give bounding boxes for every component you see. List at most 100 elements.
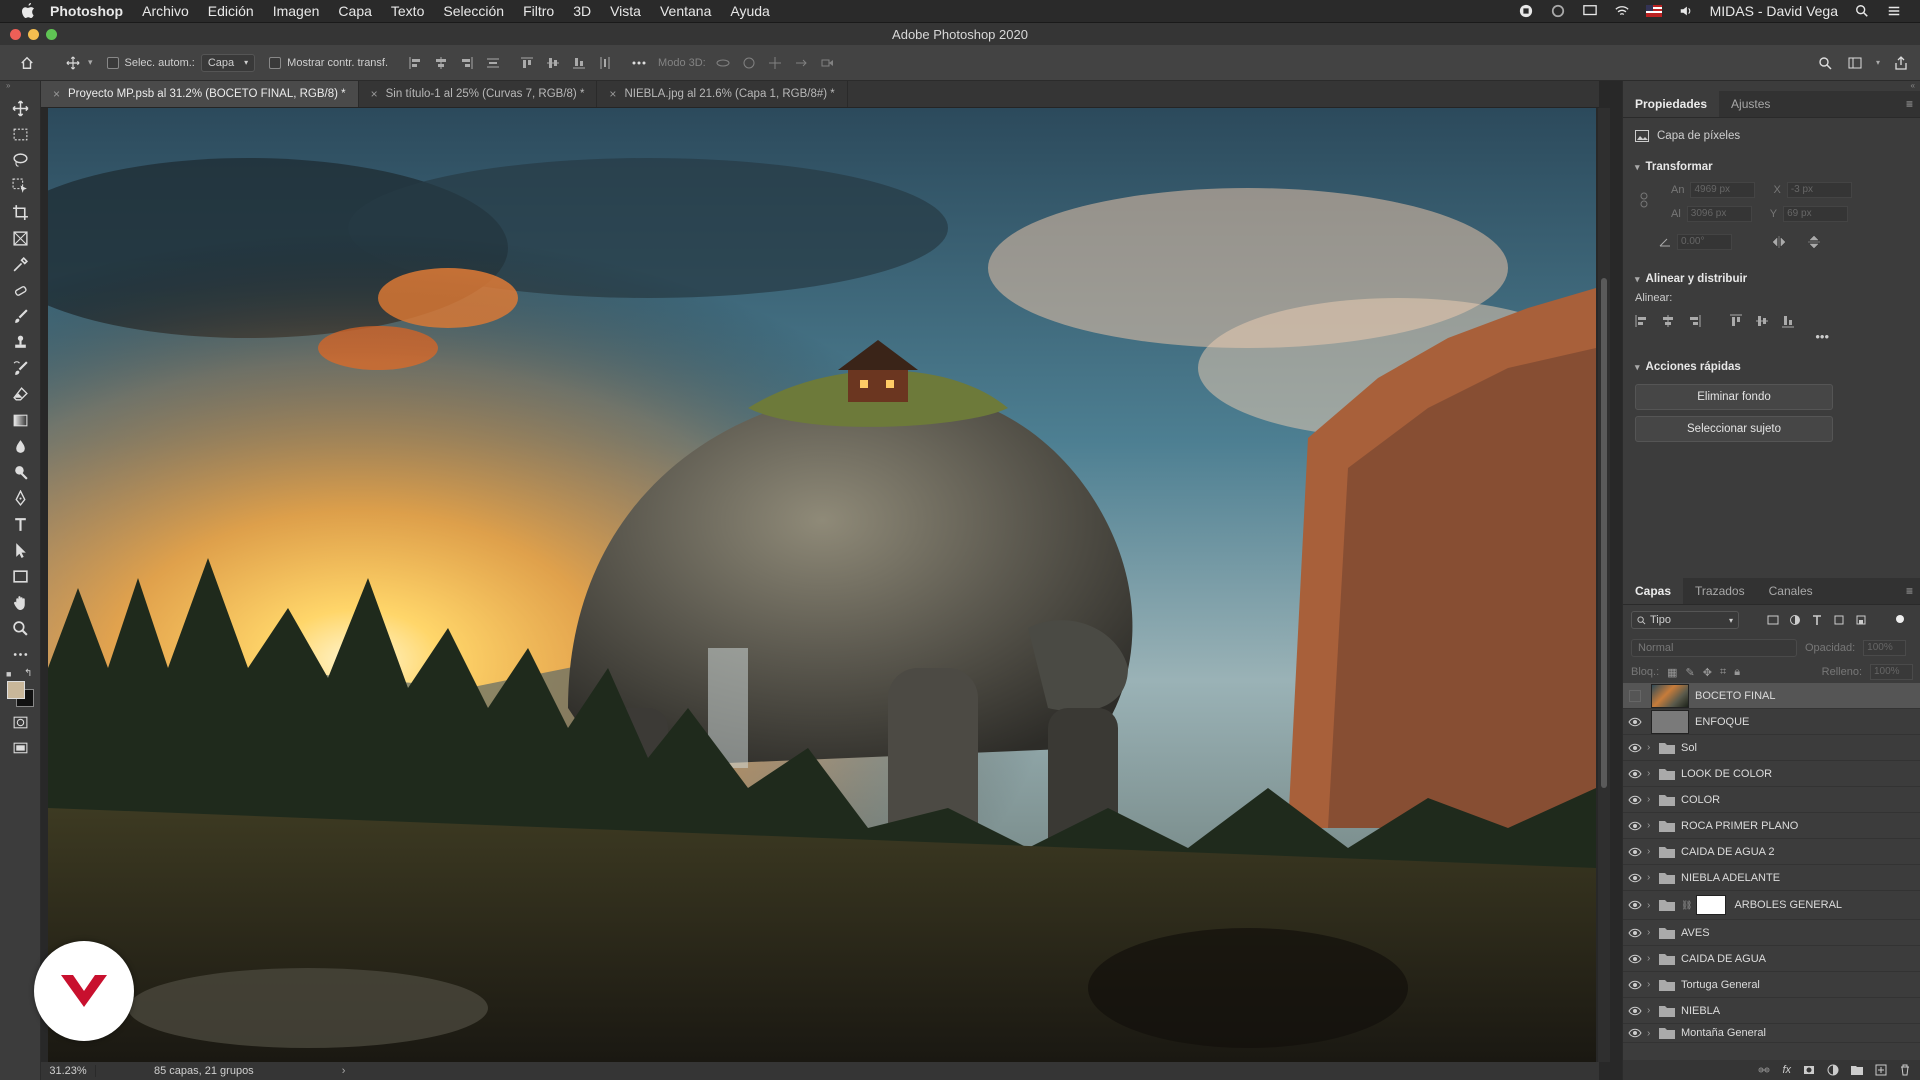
volume-icon[interactable]	[1678, 4, 1694, 18]
filter-toggle-icon[interactable]	[1895, 614, 1905, 624]
filter-pixel-icon[interactable]	[1767, 614, 1779, 626]
lock-image-icon[interactable]: ✎	[1686, 666, 1695, 679]
chevron-right-icon[interactable]: ›	[1647, 742, 1657, 753]
show-transform-checkbox[interactable]	[269, 56, 282, 69]
layer-group[interactable]: › ⛓︎ ARBOLES GENERAL	[1623, 891, 1920, 920]
tab-proyecto-mp[interactable]: × Proyecto MP.psb al 31.2% (BOCETO FINAL…	[41, 81, 359, 107]
chevron-right-icon[interactable]: ›	[342, 1065, 346, 1077]
quick-mask-icon[interactable]	[0, 709, 40, 735]
eraser-tool-icon[interactable]	[0, 381, 40, 407]
control-center-icon[interactable]	[1886, 4, 1902, 18]
type-tool-icon[interactable]	[0, 511, 40, 537]
eyedropper-tool-icon[interactable]	[0, 251, 40, 277]
filter-type-icon[interactable]	[1811, 614, 1823, 626]
filter-smart-object-icon[interactable]	[1855, 614, 1867, 626]
flag-us-icon[interactable]	[1645, 4, 1662, 18]
chevron-down-icon[interactable]: ▾	[88, 57, 93, 68]
menu-vista[interactable]: Vista	[610, 3, 641, 19]
user-name[interactable]: MIDAS - David Vega	[1710, 3, 1838, 19]
eye-icon[interactable]	[1623, 769, 1647, 779]
eye-icon[interactable]	[1623, 1028, 1647, 1038]
slide-3d-icon[interactable]	[792, 54, 810, 72]
path-selection-tool-icon[interactable]	[0, 537, 40, 563]
chevron-right-icon[interactable]: ›	[1647, 900, 1657, 911]
fx-icon[interactable]: fx	[1782, 1064, 1791, 1076]
chevron-right-icon[interactable]: ›	[1647, 820, 1657, 831]
distribute-vertical-icon[interactable]	[484, 54, 502, 72]
select-subject-button[interactable]: Seleccionar sujeto	[1635, 416, 1833, 442]
eye-icon[interactable]	[1623, 873, 1647, 883]
workspace-layout-icon[interactable]	[1846, 54, 1864, 72]
align-horizontal-centers-icon[interactable]	[432, 54, 450, 72]
chevron-right-icon[interactable]: ›	[1647, 846, 1657, 857]
creative-cloud-icon[interactable]	[1550, 4, 1566, 18]
more-options-icon[interactable]	[630, 54, 648, 72]
eye-icon[interactable]	[1623, 900, 1647, 910]
filter-adjustment-icon[interactable]	[1789, 614, 1801, 626]
layer-group[interactable]: › CAIDA DE AGUA	[1623, 946, 1920, 972]
link-layers-icon[interactable]	[1758, 1064, 1770, 1076]
align-right-edges-icon[interactable]	[458, 54, 476, 72]
tab-sin-titulo[interactable]: × Sin título-1 al 25% (Curvas 7, RGB/8) …	[359, 81, 598, 107]
tab-canales[interactable]: Canales	[1757, 578, 1825, 604]
menu-edicion[interactable]: Edición	[208, 3, 254, 19]
zoom-window-button[interactable]	[46, 29, 57, 40]
tab-trazados[interactable]: Trazados	[1683, 578, 1757, 604]
menu-seleccion[interactable]: Selección	[443, 3, 504, 19]
eye-icon[interactable]	[1623, 1006, 1647, 1016]
close-tab-icon[interactable]: ×	[609, 87, 616, 101]
screen-mode-icon[interactable]	[0, 735, 40, 761]
chevron-right-icon[interactable]: ›	[1647, 927, 1657, 938]
adjustment-layer-icon[interactable]	[1827, 1064, 1839, 1076]
layer-group[interactable]: › NIEBLA ADELANTE	[1623, 865, 1920, 891]
menu-texto[interactable]: Texto	[391, 3, 424, 19]
spotlight-search-icon[interactable]	[1854, 4, 1870, 18]
y-field[interactable]: 69 px	[1783, 206, 1849, 222]
healing-brush-tool-icon[interactable]	[0, 277, 40, 303]
panel-menu-icon[interactable]: ≡	[1894, 578, 1920, 604]
close-tab-icon[interactable]: ×	[53, 87, 60, 101]
align-center-icon[interactable]	[1661, 314, 1675, 328]
layer-group[interactable]: › NIEBLA	[1623, 998, 1920, 1024]
search-icon[interactable]	[1816, 54, 1834, 72]
screen-mirroring-icon[interactable]	[1582, 4, 1598, 18]
wifi-icon[interactable]	[1614, 4, 1630, 18]
collapse-panels-icon[interactable]: «	[1623, 81, 1920, 91]
layer-item[interactable]: BOCETO FINAL	[1623, 683, 1920, 709]
trash-icon[interactable]	[1899, 1064, 1911, 1076]
eye-icon[interactable]	[1623, 743, 1647, 753]
zoom-tool-icon[interactable]	[0, 615, 40, 641]
align-bottom-icon[interactable]	[1781, 314, 1795, 328]
more-align-options-icon[interactable]: •••	[1623, 330, 1920, 343]
pan-3d-icon[interactable]	[766, 54, 784, 72]
default-colors-icon[interactable]: ■	[6, 669, 11, 679]
pen-tool-icon[interactable]	[0, 485, 40, 511]
height-field[interactable]: 3096 px	[1686, 206, 1752, 222]
layer-group[interactable]: › Sol	[1623, 735, 1920, 761]
layer-mask-thumbnail[interactable]	[1696, 895, 1727, 915]
brush-tool-icon[interactable]	[0, 303, 40, 329]
document-canvas[interactable]	[41, 108, 1599, 1062]
eye-icon[interactable]	[1623, 795, 1647, 805]
expand-panel-icon[interactable]: »	[0, 81, 40, 95]
move-tool-preset-icon[interactable]	[64, 54, 82, 72]
apple-icon[interactable]	[20, 2, 36, 20]
menu-imagen[interactable]: Imagen	[273, 3, 320, 19]
angle-field[interactable]: 0.00°	[1677, 234, 1732, 250]
distribute-horizontal-icon[interactable]	[596, 54, 614, 72]
history-brush-tool-icon[interactable]	[0, 355, 40, 381]
rectangle-tool-icon[interactable]	[0, 563, 40, 589]
chevron-right-icon[interactable]: ›	[1647, 872, 1657, 883]
menu-ventana[interactable]: Ventana	[660, 3, 711, 19]
eye-icon[interactable]	[1623, 717, 1647, 727]
eye-icon[interactable]	[1623, 928, 1647, 938]
align-top-edges-icon[interactable]	[518, 54, 536, 72]
align-bottom-edges-icon[interactable]	[570, 54, 588, 72]
layer-group[interactable]: › Montaña General	[1623, 1024, 1920, 1043]
quick-actions-header[interactable]: ▾ Acciones rápidas	[1623, 356, 1920, 378]
clone-stamp-tool-icon[interactable]	[0, 329, 40, 355]
hand-tool-icon[interactable]	[0, 589, 40, 615]
menu-archivo[interactable]: Archivo	[142, 3, 189, 19]
menu-app-name[interactable]: Photoshop	[50, 3, 123, 19]
vertical-scroll-thumb[interactable]	[1601, 278, 1607, 788]
